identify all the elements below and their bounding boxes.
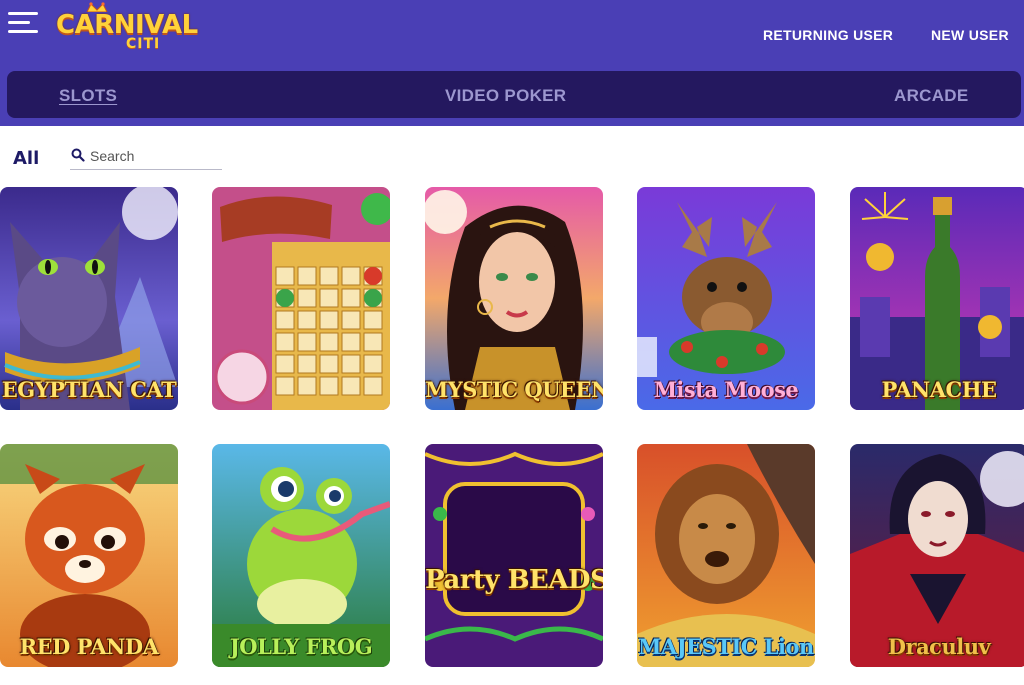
search-box	[70, 144, 222, 170]
game-tile-jolly-frog[interactable]: JOLLY FROG	[212, 444, 390, 667]
returning-user-link[interactable]: RETURNING USER	[763, 27, 893, 43]
game-tile-wild-west-keno[interactable]	[212, 187, 390, 410]
search-icon	[71, 148, 85, 162]
tab-video-poker[interactable]: VIDEO POKER	[445, 86, 566, 106]
game-title: Party BEADS	[425, 565, 603, 595]
tab-slots[interactable]: SLOTS	[59, 86, 117, 106]
game-title: MAJESTIC Lion	[638, 634, 814, 659]
game-title: Draculuv	[887, 634, 991, 659]
game-title: MYSTIC QUEEN	[425, 377, 603, 402]
carnival-citi-logo[interactable]: CARNIVAL CITI	[56, 2, 198, 54]
game-title: Mista Moose	[653, 377, 799, 402]
search-input[interactable]	[90, 146, 218, 166]
game-tile-red-panda[interactable]: RED PANDA	[0, 444, 178, 667]
filter-all[interactable]: All	[13, 148, 39, 169]
game-title: EGYPTIAN CAT	[1, 377, 177, 402]
menu-icon[interactable]	[8, 12, 38, 34]
logo-sub-text: CITI	[126, 36, 161, 52]
game-title: JOLLY FROG	[229, 634, 373, 659]
game-tile-draculuv[interactable]: Draculuv	[850, 444, 1024, 667]
game-tile-egyptian-cat[interactable]: EGYPTIAN CAT	[0, 187, 178, 410]
game-title: PANACHE	[881, 377, 997, 402]
game-tile-panache[interactable]: PANACHE	[850, 187, 1024, 410]
category-nav: SLOTS VIDEO POKER ARCADE	[7, 71, 1021, 118]
game-tile-majestic-lion[interactable]: MAJESTIC Lion	[637, 444, 815, 667]
site-header: CARNIVAL CITI RETURNING USER NEW USER SL…	[0, 0, 1024, 126]
tab-arcade[interactable]: ARCADE	[894, 86, 969, 106]
wild-west-keno-artwork	[212, 187, 390, 410]
game-tile-mista-moose[interactable]: Mista Moose	[637, 187, 815, 410]
party-beads-artwork	[425, 444, 603, 667]
new-user-link[interactable]: NEW USER	[931, 27, 1009, 43]
game-tile-party-beads[interactable]: Party BEADS	[425, 444, 603, 667]
game-tile-mystic-queen[interactable]: MYSTIC QUEEN	[425, 187, 603, 410]
game-title: RED PANDA	[19, 634, 159, 659]
